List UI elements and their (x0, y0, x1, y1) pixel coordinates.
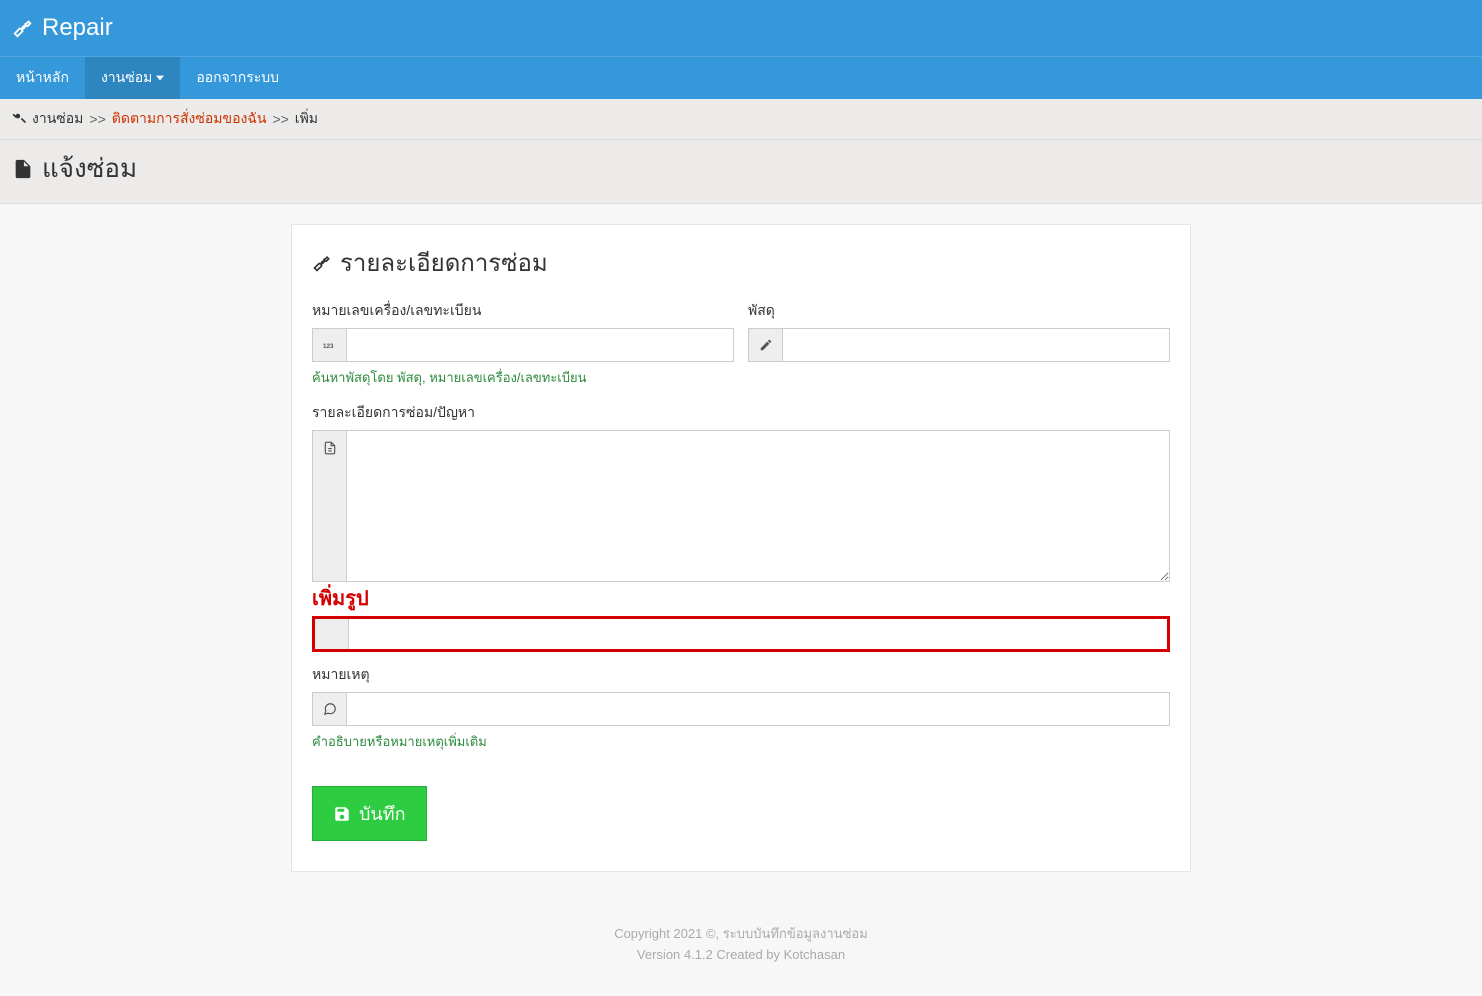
app-title: Repair (42, 14, 113, 42)
footer-line2: Version 4.1.2 Created by Kotchasan (0, 945, 1482, 966)
wrench-icon (312, 253, 332, 273)
desc-textarea[interactable] (347, 431, 1169, 581)
wrench-icon (12, 17, 34, 39)
main-nav: หน้าหลัก งานซ่อม ออกจากระบบ (0, 56, 1482, 99)
add-image-label: เพิ่มรูป (312, 582, 369, 614)
caret-down-icon (156, 74, 164, 82)
breadcrumb-item-3: เพิ่ม (295, 108, 318, 130)
tools-icon (12, 112, 26, 126)
note-hint: คำอธิบายหรือหมายเหตุเพิ่มเติม (312, 731, 1170, 752)
product-label: พัสดุ (748, 300, 1170, 322)
footer-line1: Copyright 2021 ©, ระบบบันทึกข้อมูลงานซ่อ… (0, 924, 1482, 945)
save-icon (333, 805, 351, 823)
document-icon (313, 431, 347, 581)
note-input[interactable] (347, 693, 1169, 725)
number-icon: 123 (313, 329, 347, 361)
comment-icon (313, 693, 347, 725)
note-label: หมายเหตุ (312, 664, 1170, 686)
add-image-box[interactable] (312, 616, 1170, 652)
breadcrumb-item-2[interactable]: ติดตามการสั่งซ่อมของฉัน (112, 108, 267, 130)
card-title-text: รายละเอียดการซ่อม (340, 243, 548, 282)
desc-label: รายละเอียดการซ่อม/ปัญหา (312, 402, 1170, 424)
file-icon (12, 158, 34, 180)
form-card: รายละเอียดการซ่อม หมายเลขเครื่อง/เลขทะเบ… (291, 224, 1191, 872)
nav-home[interactable]: หน้าหลัก (0, 57, 85, 99)
nav-repair[interactable]: งานซ่อม (85, 57, 180, 99)
page-title: แจ้งซ่อม (0, 140, 1482, 204)
svg-text:123: 123 (323, 343, 334, 350)
serial-hint: ค้นหาพัสดุโดย พัสดุ, หมายเลขเครื่อง/เลขท… (312, 367, 734, 388)
pencil-icon (749, 329, 783, 361)
breadcrumb-item-1: งานซ่อม (32, 108, 83, 130)
product-input[interactable] (783, 329, 1169, 361)
serial-label: หมายเลขเครื่อง/เลขทะเบียน (312, 300, 734, 322)
app-header: Repair (0, 0, 1482, 56)
save-button[interactable]: บันทึก (312, 786, 427, 841)
nav-logout[interactable]: ออกจากระบบ (180, 57, 295, 99)
breadcrumb: งานซ่อม >> ติดตามการสั่งซ่อมของฉัน >> เพ… (0, 99, 1482, 140)
footer: Copyright 2021 ©, ระบบบันทึกข้อมูลงานซ่อ… (0, 912, 1482, 996)
upload-icon (315, 619, 349, 649)
serial-input[interactable] (347, 329, 733, 361)
